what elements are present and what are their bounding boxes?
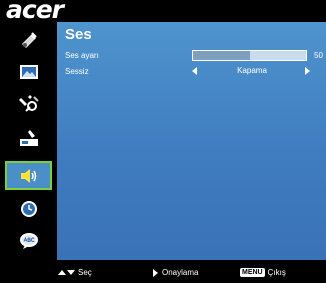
footer-exit: MENU Çıkış — [240, 268, 286, 277]
sidebar-item-settings[interactable] — [7, 90, 51, 117]
mute-value[interactable]: Kapama — [202, 66, 302, 75]
audio-panel: Ses Ses ayarı 50 Sessiz Kapama — [57, 22, 326, 260]
down-arrow-icon — [67, 270, 75, 275]
language-icon — [20, 232, 38, 249]
sidebar-item-image[interactable] — [7, 58, 51, 85]
osd-menu: acer Ses Ses ayarı 50 Sessiz Kapama Seç … — [0, 0, 326, 283]
settings-icon — [19, 94, 39, 112]
menu-key-icon: MENU — [240, 268, 265, 277]
volume-slider-fill — [193, 51, 250, 60]
sidebar-item-color[interactable] — [7, 26, 51, 53]
mute-label: Sessiz — [65, 67, 89, 76]
management-icon — [20, 129, 38, 146]
mute-right-arrow-icon[interactable] — [305, 67, 310, 75]
mute-left-arrow-icon[interactable] — [192, 67, 197, 75]
volume-label: Ses ayarı — [65, 51, 99, 60]
up-arrow-icon — [58, 270, 66, 275]
footer-confirm-label: Onaylama — [162, 268, 199, 277]
sidebar-item-timer[interactable] — [7, 195, 51, 222]
footer-select-label: Seç — [78, 268, 92, 277]
sidebar-item-language[interactable] — [7, 227, 51, 254]
sidebar-item-management[interactable] — [7, 124, 51, 151]
footer-select: Seç — [58, 268, 92, 277]
speaker-icon — [20, 168, 36, 183]
sidebar — [0, 22, 57, 260]
image-icon — [20, 64, 38, 79]
timer-icon — [21, 200, 37, 217]
color-palette-icon — [22, 31, 37, 48]
footer-hints: Seç Onaylama MENU Çıkış — [0, 263, 326, 283]
footer-confirm: Onaylama — [153, 268, 198, 277]
volume-slider[interactable] — [192, 50, 307, 61]
acer-logo: acer — [6, 0, 64, 24]
right-arrow-icon — [153, 268, 158, 277]
sidebar-item-audio[interactable] — [5, 161, 52, 190]
volume-value: 50 — [314, 51, 323, 60]
footer-exit-label: Çıkış — [267, 268, 286, 277]
page-title: Ses — [65, 26, 92, 43]
